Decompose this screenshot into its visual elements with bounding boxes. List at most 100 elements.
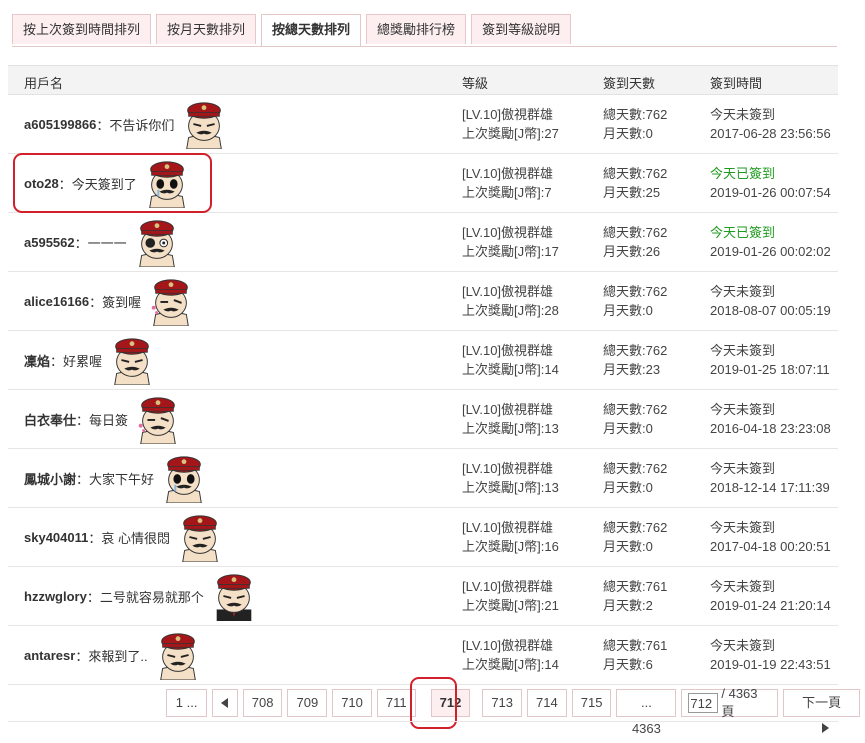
page-last[interactable]: ... 4363 [616,689,677,736]
username-link[interactable]: antaresr [24,648,75,663]
total-days: 總天數:762 [603,461,668,476]
last-reward: 上次獎勵[J幣]:7 [462,185,552,200]
user-cell: a595562：一一一 [24,213,181,271]
tab-reward-ranking[interactable]: 總獎勵排行榜 [366,14,467,44]
user-cell: sky404011：哀 心情很悶 [24,508,224,566]
page-709[interactable]: 709 [287,689,328,717]
user-cell: hzzwglory：二号就容易就那个 [24,567,258,625]
page-first[interactable]: 1 ... [166,689,208,717]
username-link[interactable]: alice16166 [24,294,89,309]
last-reward: 上次獎勵[J幣]:27 [462,126,559,141]
header-user: 用戶名 [24,76,64,91]
level-text: [LV.10]傲視群雄 [462,638,554,653]
username-link[interactable]: 鳳城小謝 [24,469,76,488]
page-total: / 4363 頁 [721,686,758,719]
checkin-time: 2019-01-24 21:20:14 [710,598,831,613]
level-cell: [LV.10]傲視群雄 上次獎勵[J幣]:13 [462,459,559,497]
level-text: [LV.10]傲視群雄 [462,343,554,358]
level-cell: [LV.10]傲視群雄 上次獎勵[J幣]:16 [462,518,559,556]
level-text: [LV.10]傲視群雄 [462,166,554,181]
month-days: 月天數:6 [603,657,653,672]
table-row: hzzwglory：二号就容易就那个 [LV.10]傲視群雄 上次獎勵[J幣]:21… [8,567,838,626]
checkin-message: 二号就容易就那个 [99,589,204,605]
header-level: 等級 [462,76,489,91]
month-days: 月天數:2 [603,598,653,613]
username-link[interactable]: a605199866 [24,117,96,132]
level-cell: [LV.10]傲視群雄 上次獎勵[J幣]:14 [462,636,559,674]
days-cell: 總天數:761 月天數:6 [603,636,667,674]
table-row: 鳳城小謝：大家下午好 [LV.10]傲視群雄 上次獎勵[J幣]:13 總天數:762 月… [8,449,838,508]
checkin-message: 簽到喔 [102,294,142,310]
separator: ： [76,412,90,428]
checkin-time: 2017-06-28 23:56:56 [710,126,831,141]
winking-soldier-avatar [134,394,182,445]
total-days: 總天數:762 [603,402,668,417]
page-715[interactable]: 715 [571,689,612,717]
page-712-current[interactable]: 712 [430,689,471,717]
days-cell: 總天數:762 月天數:0 [603,282,667,320]
checkin-message: 大家下午好 [89,471,155,487]
level-text: [LV.10]傲視群雄 [462,579,554,594]
time-cell: 今天未簽到 2018-12-14 17:11:39 [710,459,830,497]
total-days: 總天數:762 [603,166,668,181]
tab-level-info[interactable]: 簽到等級說明 [471,14,572,44]
checkin-time: 2019-01-26 00:07:54 [710,185,831,200]
tab-by-total-days[interactable]: 按總天數排列 [261,14,362,46]
checkin-status: 今天未簽到 [710,343,776,358]
tab-by-month-days[interactable]: 按月天數排列 [156,14,257,44]
checkin-status: 今天未簽到 [710,402,776,417]
last-reward: 上次獎勵[J幣]:21 [462,598,559,613]
checkin-status: 今天已簽到 [710,166,776,181]
checkin-time: 2019-01-19 22:43:51 [710,657,831,672]
total-days: 總天數:762 [603,284,668,299]
page-713[interactable]: 713 [482,689,523,717]
prev-page-button[interactable] [212,689,238,717]
days-cell: 總天數:761 月天數:2 [603,577,667,615]
month-days: 月天數:0 [603,126,653,141]
page-711[interactable]: 711 [376,689,416,717]
separator: ： [86,589,100,605]
total-days: 總天數:762 [603,225,668,240]
total-days: 總天數:762 [603,520,668,535]
total-days: 總天數:762 [603,107,668,122]
username-link[interactable]: hzzwglory [24,589,87,604]
time-cell: 今天已簽到 2019-01-26 00:07:54 [710,164,831,202]
last-reward: 上次獎勵[J幣]:13 [462,421,559,436]
table-row: alice16166：簽到喔 [LV.10]傲視群雄 上次獎勵[J幣]:28 總天數:… [8,272,838,331]
username-link[interactable]: 白衣奉仕 [24,410,76,429]
tab-by-last-checkin[interactable]: 按上次簽到時間排列 [12,14,152,44]
level-cell: [LV.10]傲視群雄 上次獎勵[J幣]:21 [462,577,559,615]
suit-soldier-avatar [210,571,258,621]
left-triangle-icon [220,698,228,708]
checkin-message: 一一一 [87,235,127,251]
days-cell: 總天數:762 月天數:0 [603,518,667,556]
separator: ： [96,117,110,133]
table-row: a595562：一一一 [LV.10]傲視群雄 上次獎勵[J幣]:17 總天數:762… [8,213,838,272]
page-710[interactable]: 710 [332,689,372,717]
username-link[interactable]: oto28 [24,176,59,191]
table-row: 凜焰：好累喔 [LV.10]傲視群雄 上次獎勵[J幣]:14 總天數:762 月天數:2… [8,331,838,390]
user-cell: 凜焰：好累喔 [24,331,156,389]
page-714[interactable]: 714 [527,689,567,717]
mustache-soldier-avatar [176,512,224,563]
month-days: 月天數:25 [603,185,661,200]
time-cell: 今天未簽到 2017-04-18 00:20:51 [710,518,831,556]
days-cell: 總天數:762 月天數:0 [603,400,667,438]
username-link[interactable]: 凜焰 [24,351,50,370]
time-cell: 今天未簽到 2019-01-19 22:43:51 [710,636,831,674]
user-cell: 白衣奉仕：每日簽 [24,390,182,448]
time-cell: 今天未簽到 2019-01-24 21:20:14 [710,577,831,615]
page-jump-input[interactable] [688,693,719,713]
days-cell: 總天數:762 月天數:26 [603,223,667,261]
time-cell: 今天已簽到 2019-01-26 00:02:02 [710,223,831,261]
next-page-button[interactable]: 下一頁 [783,689,860,733]
page-708[interactable]: 708 [242,689,283,717]
separator: ： [74,235,88,251]
level-cell: [LV.10]傲視群雄 上次獎勵[J幣]:13 [462,400,559,438]
days-cell: 總天數:762 月天數:0 [603,105,667,143]
page-jump: / 4363 頁 [681,686,779,719]
username-link[interactable]: sky404011 [24,530,88,545]
username-link[interactable]: a595562 [24,235,75,250]
total-days: 總天數:761 [603,579,668,594]
last-reward: 上次獎勵[J幣]:16 [462,539,559,554]
